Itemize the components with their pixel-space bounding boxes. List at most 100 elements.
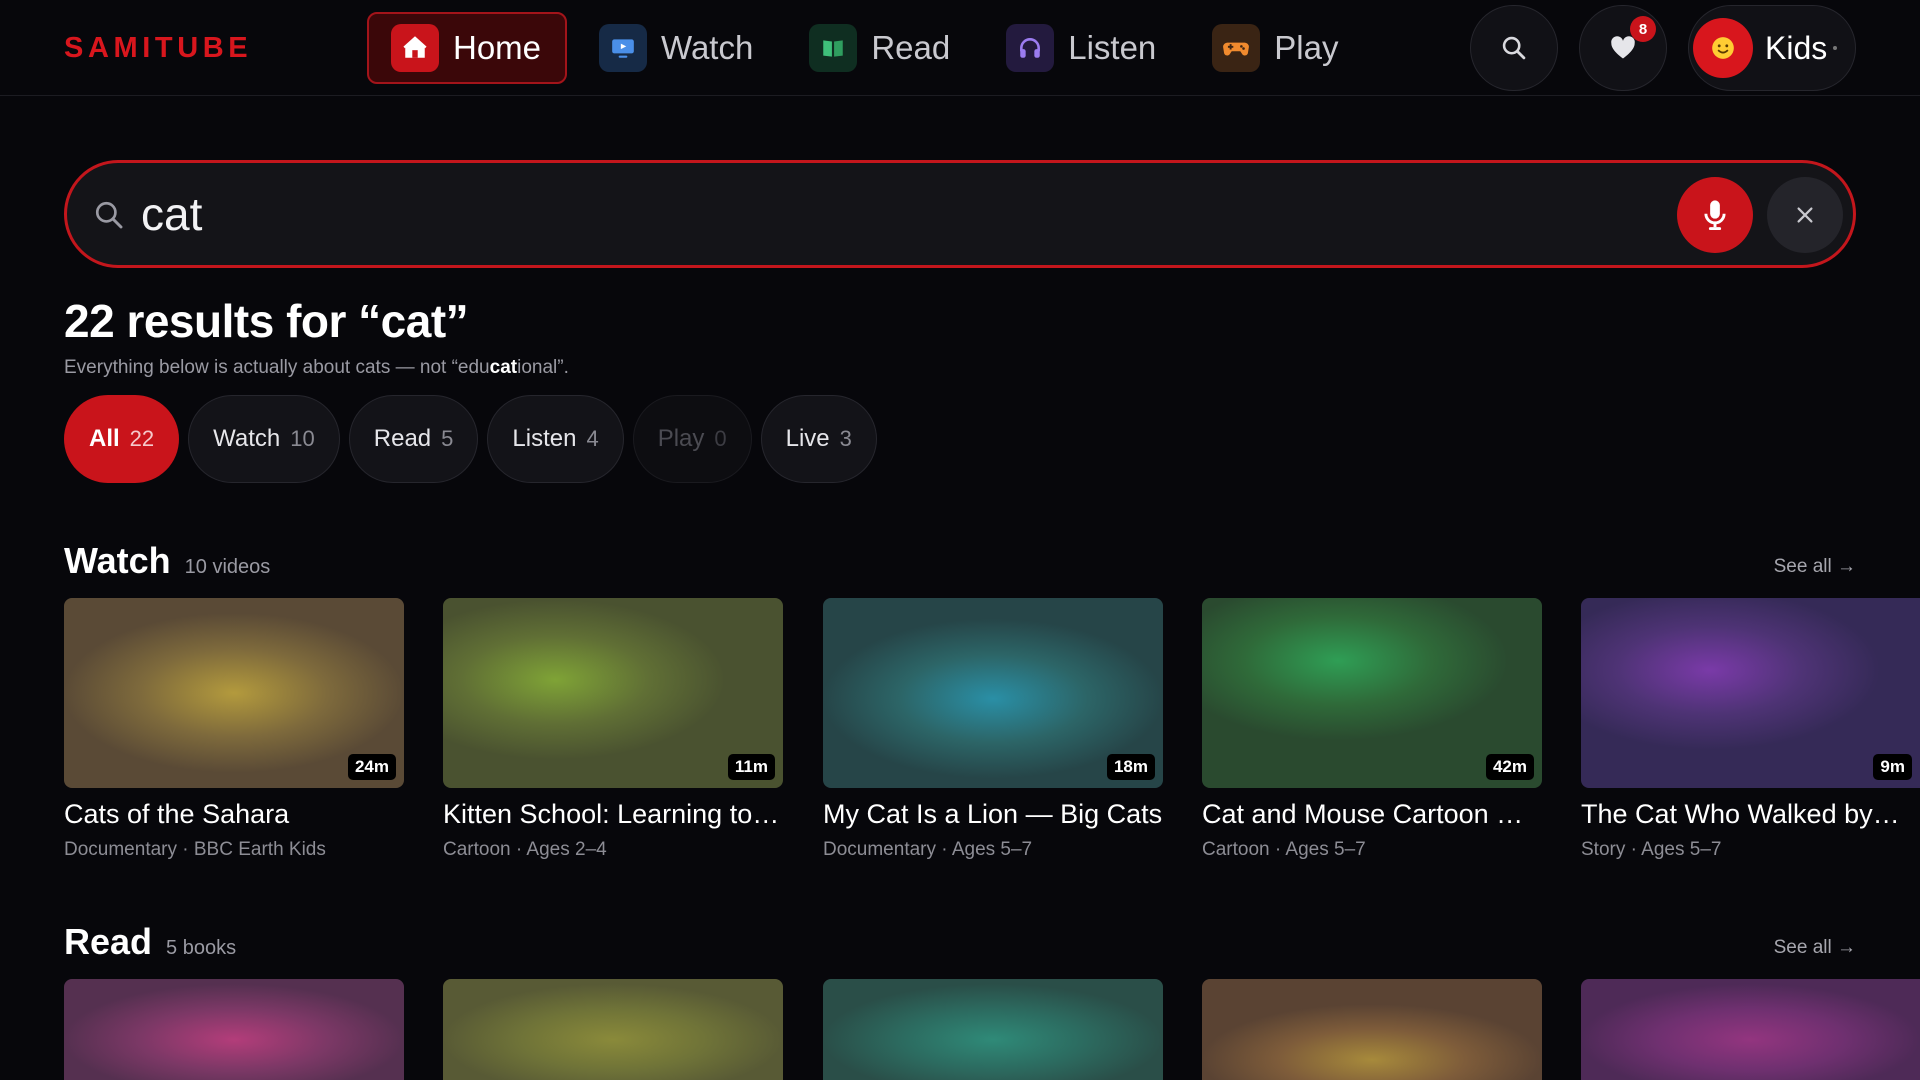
home-icon: [391, 24, 439, 72]
profile-dropdown-dot: [1833, 46, 1838, 50]
book-card[interactable]: [1581, 979, 1920, 1080]
smiley-face-icon: [1693, 18, 1753, 78]
filter-chip-listen[interactable]: Listen 4: [487, 395, 624, 483]
section-count: 10 videos: [184, 556, 271, 578]
favorites-count-badge: 8: [1630, 16, 1656, 42]
video-meta: Documentary · BBC Earth Kids: [64, 839, 326, 860]
duration-badge: 42m: [1485, 754, 1534, 780]
video-title: Cats of the Sahara: [64, 799, 290, 829]
tv-icon: [599, 24, 648, 72]
nav-label-read: Read: [871, 29, 951, 66]
video-title: The Cat Who Walked by Himself: [1581, 799, 1901, 829]
filter-label: Read: [373, 425, 432, 452]
nav-label-play: Play: [1274, 29, 1339, 66]
filter-count: 4: [586, 426, 599, 451]
video-thumbnail: 18m: [823, 598, 1163, 788]
video-meta: Story · Ages 5–7: [1581, 839, 1722, 860]
video-card[interactable]: 24m Cats of the Sahara Documentary · BBC…: [64, 598, 404, 861]
nav-item-read[interactable]: Read: [785, 12, 974, 84]
duration-badge: 11m: [727, 754, 775, 780]
search-icon: [1502, 36, 1526, 60]
favorites-button[interactable]: 8: [1579, 5, 1667, 91]
heart-icon: [1611, 36, 1635, 59]
search-button[interactable]: [1470, 5, 1558, 91]
search-input[interactable]: [141, 181, 1641, 247]
search-icon: [95, 201, 123, 229]
filter-count: 10: [290, 426, 315, 451]
video-thumbnail: 24m: [64, 598, 404, 788]
results-subtitle-bold: cat: [489, 357, 518, 378]
video-title: My Cat Is a Lion — Big Cats: [823, 799, 1163, 829]
video-thumbnail: 42m: [1202, 598, 1542, 788]
book-card[interactable]: [823, 979, 1163, 1080]
filter-chips: All 22 Watch 10 Read 5 Listen 4 Play 0 Live 3: [64, 395, 886, 483]
nav-item-listen[interactable]: Listen: [982, 12, 1180, 84]
filter-label: Listen: [512, 425, 577, 452]
gamepad-icon: [1212, 24, 1261, 72]
nav-label-listen: Listen: [1068, 29, 1157, 66]
nav-item-home[interactable]: Home: [367, 12, 568, 84]
nav-label-home: Home: [453, 29, 542, 66]
results-subtitle: Everything below is actually about cats …: [64, 357, 569, 379]
section-title: Watch: [64, 540, 171, 581]
top-navigation-bar: SAMITUBE Home Watch Read Listen Play 8 K…: [0, 0, 1920, 96]
filter-count: 3: [839, 426, 852, 451]
video-card[interactable]: 18m My Cat Is a Lion — Big Cats Document…: [823, 598, 1163, 861]
results-title: 22 results for “cat”: [64, 295, 469, 347]
video-thumbnail: 9m: [1581, 598, 1920, 788]
read-see-all-link[interactable]: See all →: [1774, 937, 1856, 959]
nav-item-play[interactable]: Play: [1188, 12, 1362, 84]
book-cover: [64, 979, 404, 1080]
microphone-icon: [1704, 200, 1726, 231]
filter-chip-watch[interactable]: Watch 10: [188, 395, 340, 483]
close-icon: [1797, 207, 1813, 223]
section-count: 5 books: [166, 937, 237, 959]
nav-label-watch: Watch: [661, 29, 754, 66]
duration-badge: 18m: [1106, 754, 1155, 780]
filter-chip-all[interactable]: All 22: [64, 395, 180, 483]
filter-count: 0: [714, 426, 727, 451]
section-title: Read: [64, 921, 153, 962]
filter-label: Live: [785, 425, 830, 452]
read-section-header: Read 5 books: [64, 921, 236, 963]
main-nav: Home Watch Read Listen Play: [367, 12, 1370, 84]
video-meta: Cartoon · Ages 2–4: [443, 839, 607, 860]
filter-chip-read[interactable]: Read 5: [348, 395, 479, 483]
profile-switcher[interactable]: Kids: [1688, 5, 1856, 91]
watch-see-all-link[interactable]: See all →: [1774, 556, 1856, 578]
book-card[interactable]: [64, 979, 404, 1080]
headphones-icon: [1006, 24, 1055, 72]
book-card[interactable]: [1202, 979, 1542, 1080]
filter-count: 5: [441, 426, 454, 451]
voice-search-button[interactable]: [1677, 177, 1753, 253]
book-icon: [809, 24, 858, 72]
video-card[interactable]: 11m Kitten School: Learning to Purr Cart…: [443, 598, 783, 861]
profile-name: Kids: [1765, 29, 1828, 66]
nav-item-watch[interactable]: Watch: [575, 12, 777, 84]
search-bar: [64, 160, 1856, 268]
video-meta: Documentary · Ages 5–7: [823, 839, 1033, 860]
filter-chip-live[interactable]: Live 3: [760, 395, 877, 483]
clear-search-button[interactable]: [1767, 177, 1843, 253]
video-thumbnail: 11m: [443, 598, 783, 788]
video-title: Cat and Mouse Cartoon Classics: [1202, 799, 1542, 829]
samitube-logo[interactable]: SAMITUBE: [64, 32, 252, 65]
video-title: Kitten School: Learning to Purr: [443, 799, 783, 829]
filter-label: All: [89, 425, 120, 452]
filter-label: Play: [657, 425, 705, 452]
results-subtitle-end: ional”.: [517, 357, 569, 378]
video-card[interactable]: 42m Cat and Mouse Cartoon Classics Carto…: [1202, 598, 1542, 861]
video-card[interactable]: 9m The Cat Who Walked by Himself Story ·…: [1581, 598, 1920, 861]
results-subtitle-start: Everything below is actually about cats …: [64, 357, 490, 378]
book-cover: [823, 979, 1163, 1080]
book-cover: [1581, 979, 1920, 1080]
watch-section-header: Watch 10 videos: [64, 540, 270, 582]
book-cover: [1202, 979, 1542, 1080]
book-cover: [443, 979, 783, 1080]
duration-badge: 9m: [1873, 754, 1912, 780]
duration-badge: 24m: [347, 754, 396, 780]
filter-count: 22: [129, 426, 155, 451]
video-meta: Cartoon · Ages 5–7: [1202, 839, 1366, 860]
book-card[interactable]: [443, 979, 783, 1080]
filter-chip-play: Play 0: [632, 395, 752, 483]
